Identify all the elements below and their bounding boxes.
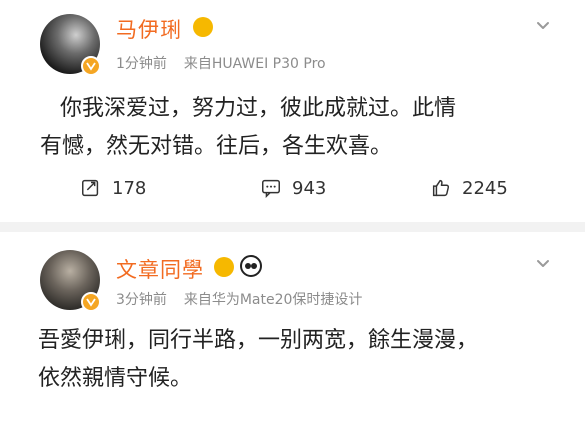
author-name[interactable]: 文章同學	[116, 254, 204, 284]
vip-emoji-icon	[193, 17, 213, 37]
vip-emoji-icon	[214, 257, 234, 277]
post-content: 吾愛伊琍，同行半路，一别两宽，餘生漫漫， 依然親情守候。	[38, 322, 558, 398]
repost-icon	[82, 179, 99, 197]
post-source[interactable]: 来自华为Mate20保时捷设计	[184, 292, 363, 308]
thumbs-up-icon	[432, 179, 450, 197]
weibo-post-1: 马伊琍 1分钟前 来自HUAWEI P30 Pro 你我深爱过，努力过，彼此成就…	[0, 0, 585, 222]
post-meta: 1分钟前 来自HUAWEI P30 Pro	[116, 53, 326, 73]
comment-button[interactable]: 943	[260, 168, 326, 208]
post-source[interactable]: 来自HUAWEI P30 Pro	[184, 56, 326, 72]
chevron-down-icon[interactable]	[536, 18, 550, 32]
comment-count: 943	[292, 177, 327, 199]
repost-count: 178	[112, 177, 147, 199]
verified-badge-icon	[81, 56, 101, 76]
post-content: 你我深爱过，努力过，彼此成就过。此情 有憾，然无对错。往后，各生欢喜。	[40, 90, 560, 166]
post-content-line: 你我深爱过，努力过，彼此成就过。此情	[60, 96, 457, 121]
panda-emoji-icon	[240, 255, 262, 277]
verified-badge-icon	[81, 292, 101, 312]
post-content-line: 依然親情守候。	[38, 366, 193, 391]
like-count: 2245	[462, 177, 508, 199]
post-time: 3分钟前	[116, 292, 167, 308]
post-meta: 3分钟前 来自华为Mate20保时捷设计	[116, 289, 362, 309]
author-name[interactable]: 马伊琍	[116, 14, 182, 44]
like-button[interactable]: 2245	[430, 168, 508, 208]
post-content-line: 有憾，然无对错。往后，各生欢喜。	[40, 134, 393, 159]
repost-button[interactable]: 178	[80, 168, 146, 208]
post-content-line: 吾愛伊琍，同行半路，一别两宽，餘生漫漫，	[38, 328, 479, 353]
chevron-down-icon[interactable]	[536, 256, 550, 270]
post-actions: 178 943 2245	[0, 168, 585, 208]
post-time: 1分钟前	[116, 56, 167, 72]
comment-icon	[262, 179, 280, 199]
post-separator	[0, 222, 585, 232]
